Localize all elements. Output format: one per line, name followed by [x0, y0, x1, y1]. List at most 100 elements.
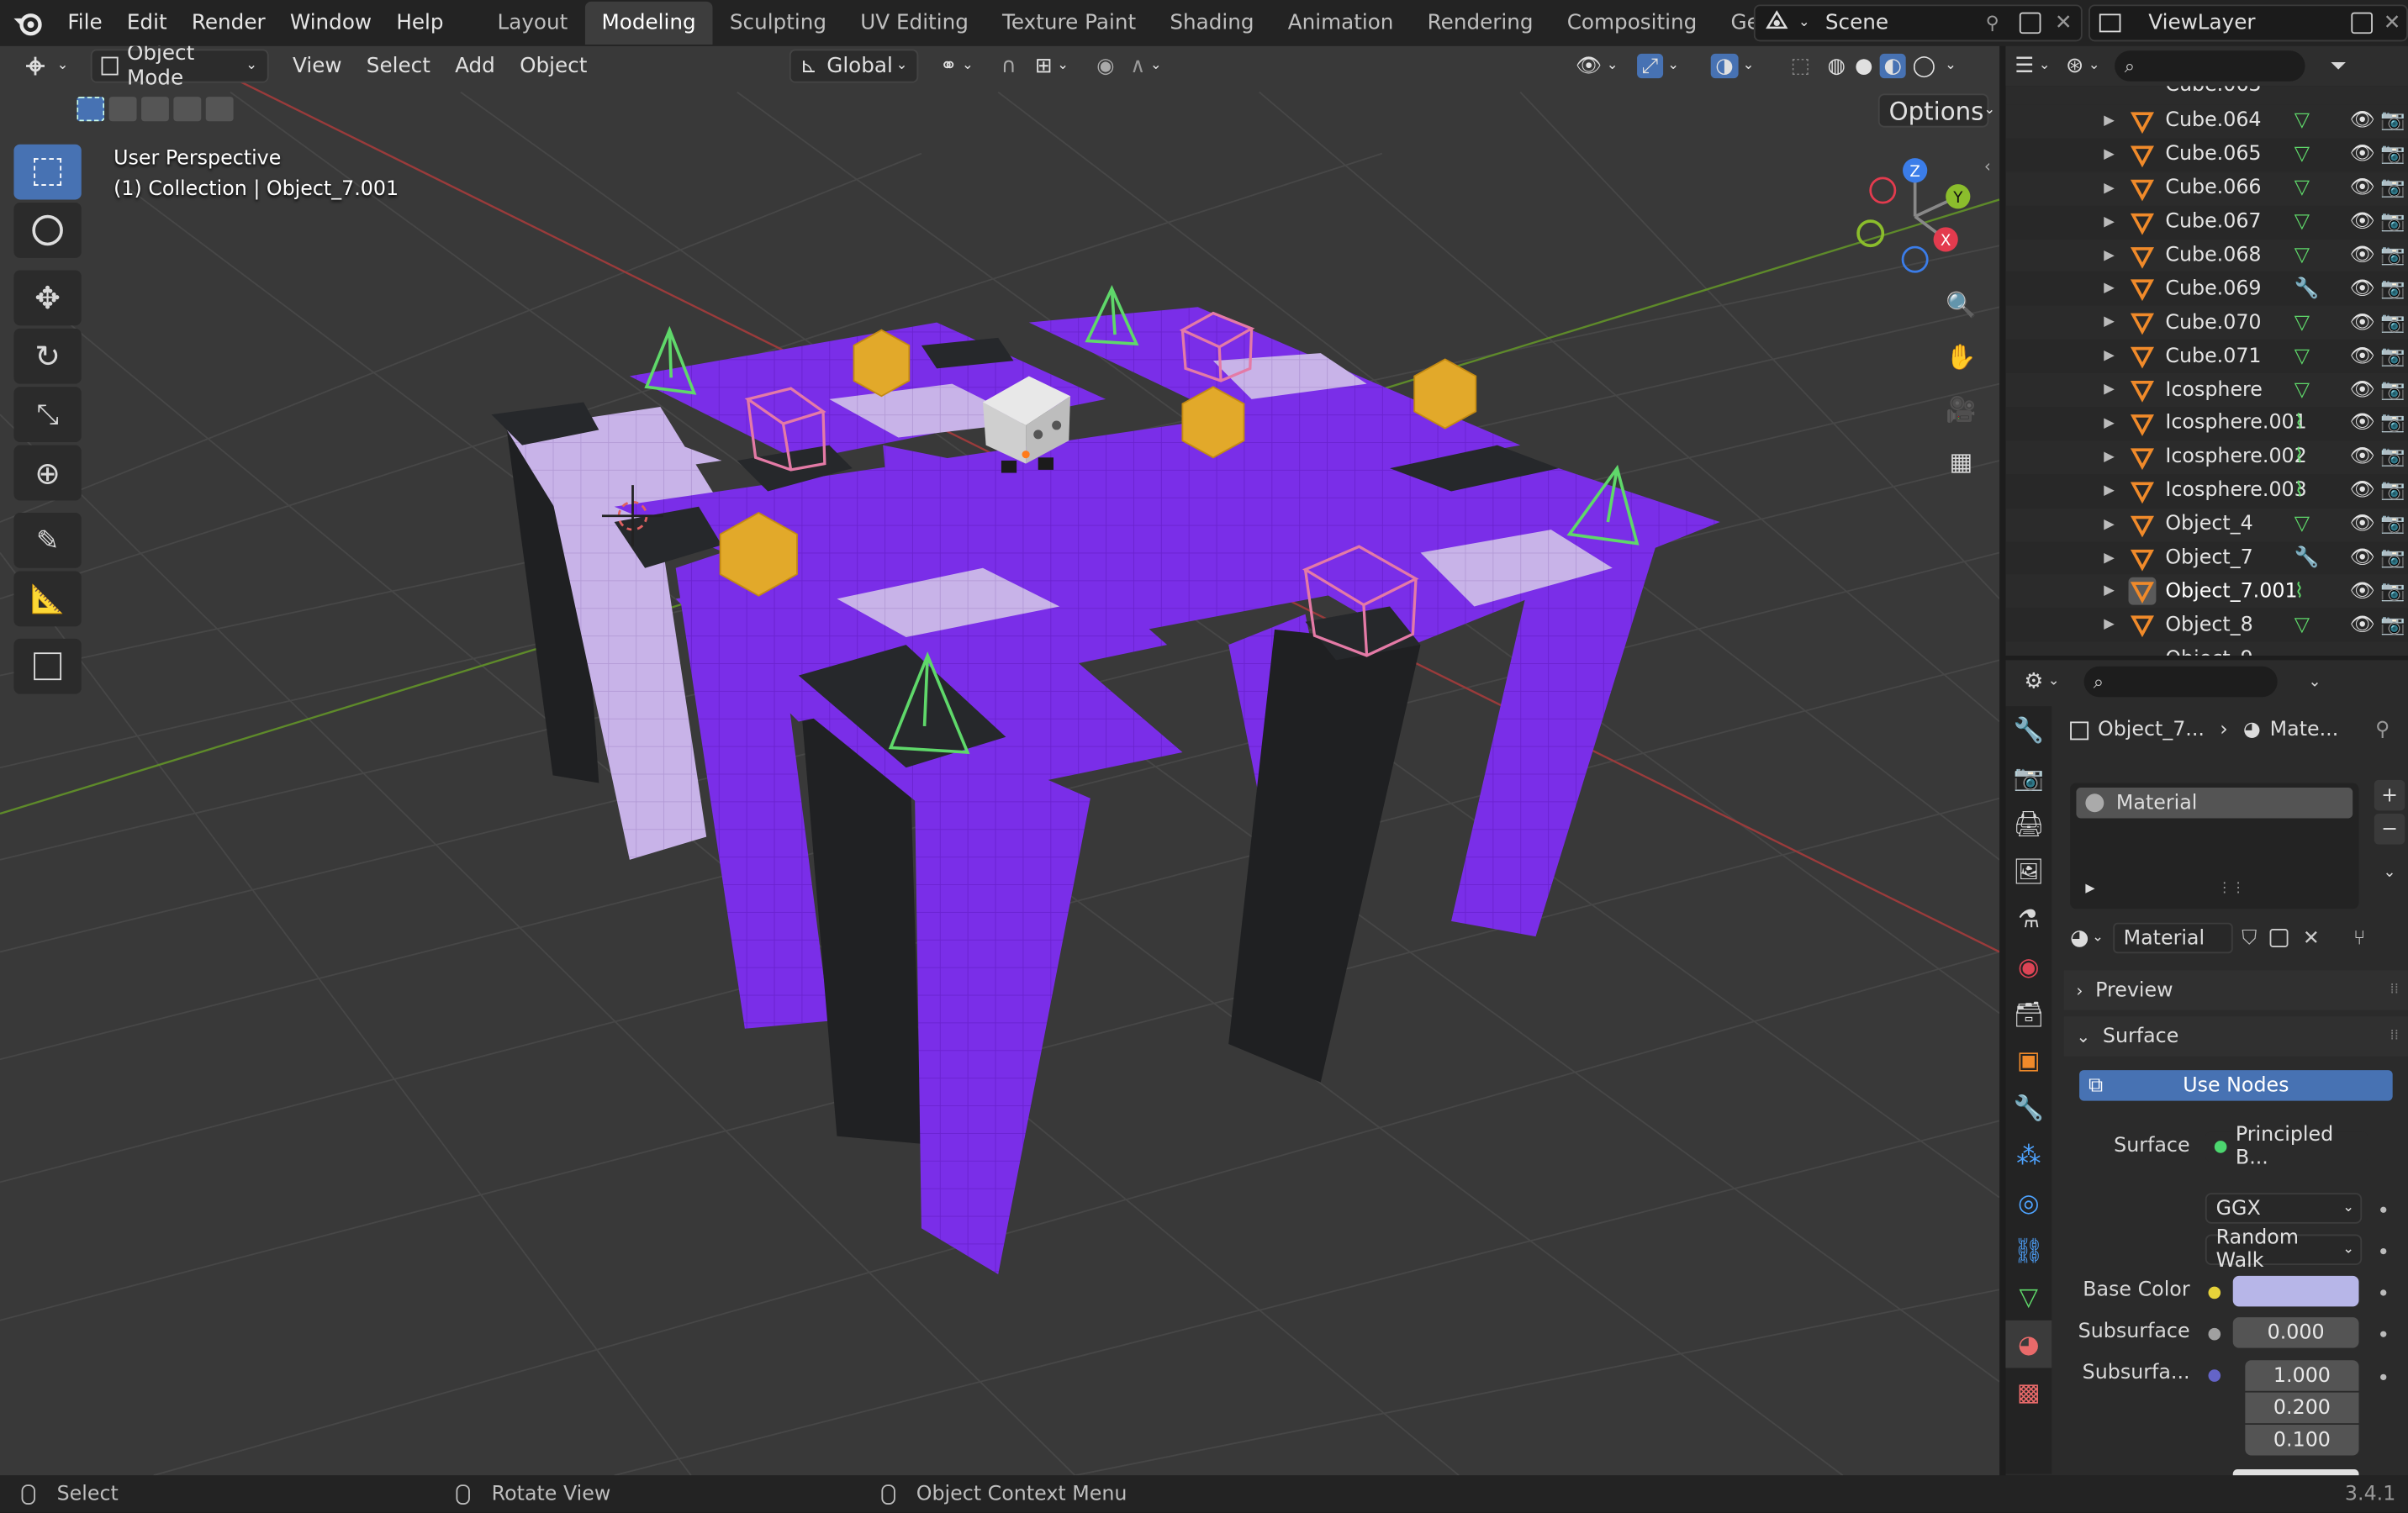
expand-arrow-icon[interactable]: ▶ [2104, 248, 2115, 263]
unlink-x-icon[interactable]: ✕ [2303, 926, 2320, 949]
object-triangle-icon[interactable] [2129, 242, 2157, 270]
expand-arrow-icon[interactable]: ▶ [2104, 315, 2115, 330]
measure-tool[interactable]: 📐 [13, 571, 82, 627]
object-triangle-icon[interactable] [2129, 309, 2157, 337]
base-color-swatch[interactable] [2232, 1275, 2359, 1307]
new-view-layer-icon[interactable] [2351, 12, 2373, 34]
transform-orientation-dropdown[interactable]: ⊾ Global ⌄ [789, 49, 919, 83]
snap-target-button[interactable]: ⊞ ⌄ [1026, 49, 1078, 82]
remove-slot-icon[interactable]: − [2374, 814, 2405, 845]
resize-handle-icon[interactable]: ⋮⋮ [2217, 881, 2245, 896]
eye-icon[interactable]: 👁 [2350, 378, 2375, 401]
select-new-icon[interactable] [77, 97, 105, 122]
keyframe-dot-icon[interactable] [2380, 1247, 2387, 1255]
expand-arrow-icon[interactable]: ▶ [2104, 618, 2115, 633]
camera-icon[interactable]: 📷 [2380, 210, 2405, 233]
select-intersect-icon[interactable] [205, 97, 234, 122]
camera-icon[interactable]: 📷 [2380, 378, 2405, 401]
next-field-partial[interactable] [2232, 1468, 2359, 1476]
outliner-row-partial[interactable]: Object_9 [2005, 641, 2408, 656]
subsurface-radius-y[interactable]: 0.200 [2245, 1392, 2359, 1424]
material-slot-row[interactable]: Material [2076, 787, 2353, 819]
chevron-down-icon[interactable]: ⌄ [2374, 857, 2405, 888]
node-icon[interactable]: ⑂ [2353, 926, 2365, 949]
menu-add[interactable]: Add [446, 49, 504, 82]
mesh-data-icon[interactable]: ▽ [2294, 345, 2310, 367]
camera-icon[interactable]: 📷 [2380, 479, 2405, 502]
expand-arrow-icon[interactable]: ▶ [2104, 551, 2115, 566]
material-browse-icon[interactable]: ◕ [2070, 925, 2089, 950]
outliner-row[interactable]: ▶ Cube.069 🔧 👁 📷 [2005, 272, 2408, 306]
curve-data-icon[interactable]: ⌇ [2294, 412, 2305, 435]
mode-dropdown[interactable]: Object Mode ⌄ [89, 46, 268, 91]
add-slot-icon[interactable]: + [2374, 779, 2405, 811]
outliner-row[interactable]: ▶ Cube.070 ▽ 👁 📷 [2005, 306, 2408, 340]
eye-icon[interactable]: 👁 [2350, 210, 2375, 233]
display-mode-icon[interactable]: ⊛ [2066, 54, 2083, 78]
expand-arrow-icon[interactable]: ▶ [2104, 147, 2115, 162]
pin-icon[interactable]: ⚲ [1986, 13, 1999, 34]
expand-arrow-icon[interactable]: ▶ [2104, 214, 2115, 229]
transform-tool[interactable]: ⊕ [13, 445, 82, 501]
cursor-tool[interactable] [13, 203, 82, 258]
tab-material[interactable]: ◕ [2005, 1321, 2052, 1368]
annotate-tool[interactable]: ✎ [13, 513, 82, 568]
duplicate-icon[interactable] [2268, 929, 2288, 947]
color-socket-icon[interactable] [2208, 1286, 2221, 1299]
object-triangle-icon[interactable] [2128, 577, 2157, 606]
material-shading-icon[interactable]: ◐ [1878, 53, 1907, 79]
expand-arrow-icon[interactable]: ▶ [2104, 282, 2115, 297]
proportional-edit-toggle[interactable]: ◉ [1087, 49, 1123, 82]
float-socket-icon[interactable] [2208, 1327, 2221, 1341]
navigation-gizmo[interactable]: Z Y X [1843, 147, 1997, 285]
menu-window[interactable]: Window [277, 11, 383, 35]
object-triangle-icon[interactable] [2129, 377, 2157, 404]
object-triangle-icon[interactable] [2129, 410, 2157, 438]
keyframe-dot-icon[interactable] [2380, 1331, 2387, 1337]
camera-icon[interactable]: 📷 [2380, 277, 2405, 300]
tab-layout[interactable]: Layout [480, 2, 584, 45]
outliner-row[interactable]: ▶ Cube.065 ▽ 👁 📷 [2005, 138, 2408, 171]
eye-icon[interactable]: 👁 [2350, 614, 2375, 636]
menu-select[interactable]: Select [357, 49, 440, 82]
camera-icon[interactable]: 📷 [2380, 513, 2405, 535]
subsurface-method-dropdown[interactable]: Random Walk ⌄ [2205, 1226, 2363, 1273]
close-icon[interactable]: ✕ [2055, 11, 2073, 35]
add-cube-tool[interactable] [13, 638, 82, 694]
sidebar-toggle-icon[interactable]: ‹ [1984, 156, 1991, 177]
pan-hand-icon[interactable]: ✋ [1941, 338, 1981, 375]
expand-arrow-icon[interactable]: ▶ [2104, 349, 2115, 364]
menu-edit[interactable]: Edit [114, 11, 179, 35]
object-triangle-icon[interactable] [2129, 175, 2157, 203]
outliner-editor-icon[interactable]: ☰ [2015, 54, 2034, 78]
menu-view[interactable]: View [283, 49, 351, 82]
eye-icon[interactable]: 👁 [2350, 345, 2375, 367]
tab-sculpting[interactable]: Sculpting [713, 2, 843, 45]
camera-icon[interactable]: 📷 [2380, 311, 2405, 334]
mesh-data-icon[interactable]: ▽ [2294, 378, 2310, 401]
mesh-data-icon[interactable]: ▽ [2294, 244, 2310, 266]
keyframe-dot-icon[interactable] [2380, 1373, 2387, 1381]
camera-icon[interactable]: 📷 [2380, 345, 2405, 367]
select-extend-icon[interactable] [108, 97, 137, 122]
tab-modeling[interactable]: Modeling [584, 1, 713, 45]
surface-shader-field[interactable]: Principled B... [2205, 1124, 2368, 1170]
select-box-tool[interactable] [13, 144, 82, 200]
camera-icon[interactable]: 🎥 [1941, 390, 1981, 427]
outliner-search-input[interactable]: ⌕ [2115, 50, 2306, 82]
subsurface-field[interactable]: 0.000 [2232, 1317, 2359, 1348]
menu-help[interactable]: Help [384, 11, 456, 35]
camera-icon[interactable]: 📷 [2380, 244, 2405, 266]
tab-animation[interactable]: Animation [1271, 2, 1411, 45]
object-triangle-icon[interactable] [2129, 108, 2157, 135]
eye-icon[interactable]: 👁 [2350, 311, 2375, 334]
surface-panel-header[interactable]: ⌄ Surface ⁞⁞ [2063, 1016, 2408, 1057]
object-triangle-icon[interactable] [2129, 343, 2157, 371]
curve-data-icon[interactable]: ⌇ [2294, 479, 2305, 502]
object-triangle-icon[interactable] [2129, 208, 2157, 236]
solid-shading-icon[interactable]: ● [1855, 54, 1873, 78]
gizmo-toggle[interactable]: ⤢ ⌄ [1628, 49, 1688, 82]
scene-selector[interactable]: ⌄ Scene ⚲ ✕ [1753, 4, 2083, 42]
outliner-row[interactable]: ▶ Cube.067 ▽ 👁 📷 [2005, 205, 2408, 239]
menu-render[interactable]: Render [179, 11, 277, 35]
